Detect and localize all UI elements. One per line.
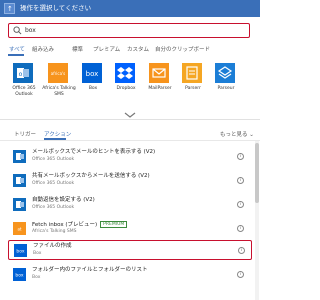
search-box[interactable] (8, 23, 250, 38)
action-connector: Office 365 Outlook (32, 181, 75, 186)
connector-name: MailParser (148, 86, 172, 91)
tab-triggers[interactable]: トリガー (14, 130, 36, 138)
info-icon[interactable]: i (237, 201, 244, 208)
action-item-selected[interactable]: box ファイルの作成 Box i (8, 240, 252, 260)
outlook-icon (13, 150, 26, 163)
action-title: 共有メールボックスからメールを送信する (V2) (32, 173, 150, 179)
see-more-link[interactable]: もっと見る ⌄ (220, 130, 254, 138)
search-icon (13, 26, 22, 35)
tab-premium[interactable]: プレミアム (93, 45, 120, 53)
box-icon: box (14, 244, 27, 257)
connector-name: Box (88, 86, 98, 91)
action-step-icon: ↑ (4, 3, 15, 14)
tab-actions[interactable]: アクション (44, 130, 71, 138)
action-title: ファイルの作成 (33, 243, 72, 249)
dialog-title: 操作を選択してください (20, 4, 92, 12)
connector-office365-outlook[interactable]: o Office 365 Outlook (6, 63, 42, 108)
action-connector: Box (32, 275, 41, 280)
tab-my-clipboard[interactable]: 自分のクリップボード (155, 45, 210, 53)
action-item[interactable]: 共有メールボックスからメールを送信する (V2) Office 365 Outl… (8, 171, 252, 191)
outlook-icon: o (13, 63, 33, 83)
tab-custom[interactable]: カスタム (127, 45, 149, 53)
connector-box[interactable]: box Box (75, 63, 111, 108)
tab-standard[interactable]: 標準 (72, 45, 83, 53)
connector-name: Parseur (217, 86, 235, 91)
svg-text:box: box (86, 70, 99, 78)
action-title: 自動返信を設定する (V2) (32, 197, 95, 203)
connector-africas-talking[interactable]: africa's Africa's Talking SMS (41, 63, 77, 108)
svg-text:box: box (15, 273, 23, 279)
subtab-divider (0, 140, 260, 141)
action-connector: Africa's Talking SMS (32, 229, 77, 234)
info-icon[interactable]: i (238, 247, 245, 254)
chevron-down-icon: ⌄ (249, 132, 254, 138)
connector-mailparser[interactable]: MailParser (142, 63, 178, 108)
connector-name: Office 365 Outlook (12, 86, 36, 97)
info-icon[interactable]: i (237, 225, 244, 232)
info-icon[interactable]: i (237, 271, 244, 278)
connector-name: Africa's Talking SMS (42, 86, 76, 97)
action-connector: Box (33, 251, 42, 256)
active-tab-indicator (8, 54, 24, 56)
dropbox-icon (115, 63, 135, 83)
scrollbar-thumb[interactable] (255, 143, 259, 203)
connector-name: Dropbox (116, 86, 136, 91)
tab-builtin[interactable]: 組み込み (32, 45, 54, 53)
outlook-icon (13, 198, 26, 211)
action-title: Fetch inbox (プレビュー) PREMIUM (32, 221, 128, 229)
svg-text:at: at (17, 227, 21, 232)
action-item[interactable]: box フォルダー内のファイルとフォルダーのリスト Box i (8, 265, 252, 285)
connector-parseur[interactable]: Parseur (208, 63, 244, 108)
action-item[interactable]: 自動返信を設定する (V2) Office 365 Outlook i (8, 195, 252, 215)
action-connector: Office 365 Outlook (32, 157, 75, 162)
box-icon: box (82, 63, 102, 83)
search-input[interactable] (25, 25, 225, 36)
chevron-down-icon[interactable] (124, 112, 136, 118)
premium-badge: PREMIUM (100, 221, 128, 228)
connector-parserr[interactable]: Parserr (175, 63, 211, 108)
connector-dropbox[interactable]: Dropbox (108, 63, 144, 108)
africas-talking-icon: africa's (48, 63, 68, 83)
svg-text:o: o (19, 71, 23, 78)
dialog-header: ↑ 操作を選択してください (0, 0, 260, 17)
parseur-icon (215, 63, 235, 83)
svg-text:box: box (16, 249, 24, 255)
parserr-icon (182, 63, 202, 83)
box-icon: box (13, 268, 26, 281)
africas-talking-icon: at (13, 222, 26, 235)
svg-text:africa's: africa's (51, 71, 65, 76)
section-divider (0, 119, 260, 120)
action-item[interactable]: メールボックスでメールのヒントを表示する (V2) Office 365 Out… (8, 147, 252, 167)
info-icon[interactable]: i (237, 153, 244, 160)
action-item[interactable]: at Fetch inbox (プレビュー) PREMIUM Africa's T… (8, 219, 252, 239)
action-title: メールボックスでメールのヒントを表示する (V2) (32, 149, 156, 155)
action-title: フォルダー内のファイルとフォルダーのリスト (32, 267, 148, 273)
action-connector: Office 365 Outlook (32, 205, 75, 210)
mailparser-icon (149, 63, 169, 83)
outlook-icon (13, 174, 26, 187)
info-icon[interactable]: i (237, 177, 244, 184)
tab-all[interactable]: すべて (9, 45, 25, 53)
connector-name: Parserr (185, 86, 201, 91)
